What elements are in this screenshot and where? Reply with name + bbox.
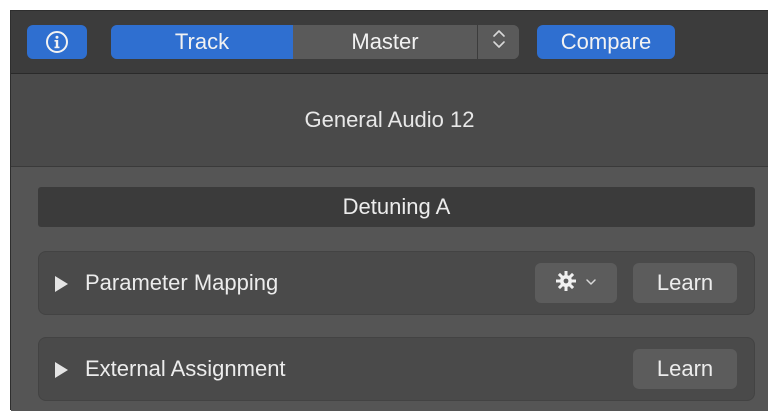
disclosure-triangle-icon[interactable] [55, 276, 68, 292]
stepper-button[interactable] [477, 25, 519, 59]
track-master-segmented-control: Track Master [111, 25, 519, 59]
gear-menu-button[interactable] [535, 263, 617, 303]
up-down-chevron-icon [492, 28, 506, 56]
compare-button[interactable]: Compare [537, 25, 675, 59]
parameter-mapping-label[interactable]: Parameter Mapping [85, 252, 278, 314]
tab-track[interactable]: Track [111, 25, 293, 59]
plugin-title: General Audio 12 [11, 74, 768, 167]
tab-master[interactable]: Master [293, 25, 477, 59]
plugin-body: Detuning A Parameter Mapping Learn Exter… [11, 167, 768, 411]
toolbar: Track Master Compare [11, 11, 768, 74]
info-circle-icon [45, 30, 69, 54]
section-title: Detuning A [38, 187, 755, 227]
learn-button[interactable]: Learn [633, 349, 737, 389]
learn-button[interactable]: Learn [633, 263, 737, 303]
external-assignment-row: External Assignment Learn [38, 337, 755, 401]
plugin-window: Track Master Compare General Audio 12 De… [10, 10, 768, 411]
parameter-mapping-row: Parameter Mapping Learn [38, 251, 755, 315]
gear-icon [555, 270, 577, 297]
info-button[interactable] [27, 25, 87, 59]
external-assignment-label[interactable]: External Assignment [85, 338, 286, 400]
chevron-down-icon [585, 274, 597, 292]
disclosure-triangle-icon[interactable] [55, 362, 68, 378]
